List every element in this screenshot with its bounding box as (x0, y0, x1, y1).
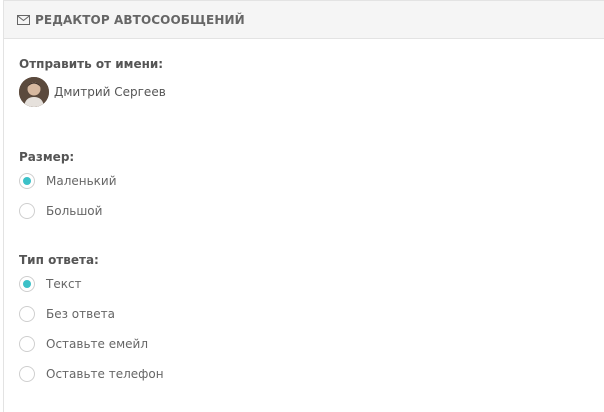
radio-selected-dot (23, 177, 31, 185)
radio-label: Оставьте емейл (46, 337, 149, 351)
radio-reply-email[interactable]: Оставьте емейл (19, 336, 148, 352)
radio-label: Оставьте телефон (46, 367, 164, 381)
radio-button[interactable] (19, 276, 35, 292)
radio-button[interactable] (19, 336, 35, 352)
radio-reply-text[interactable]: Текст (19, 276, 82, 292)
radio-label: Текст (46, 277, 82, 291)
radio-size-large[interactable]: Большой (19, 203, 102, 219)
sender-label: Отправить от имени: (19, 57, 164, 71)
autoreply-editor-panel: РЕДАКТОР АВТОСООБЩЕНИЙ Отправить от имен… (3, 0, 604, 412)
radio-button[interactable] (19, 306, 35, 322)
radio-button[interactable] (19, 203, 35, 219)
radio-label: Без ответа (46, 307, 115, 321)
panel-title: РЕДАКТОР АВТОСООБЩЕНИЙ (35, 12, 245, 27)
envelope-icon (17, 14, 30, 25)
sender-name: Дмитрий Сергеев (54, 85, 166, 99)
radio-button[interactable] (19, 173, 35, 189)
avatar (19, 77, 49, 107)
radio-reply-none[interactable]: Без ответа (19, 306, 115, 322)
reply-type-label: Тип ответа: (19, 253, 99, 267)
panel-header: РЕДАКТОР АВТОСООБЩЕНИЙ (4, 1, 604, 39)
radio-button[interactable] (19, 366, 35, 382)
sender-selector[interactable]: Дмитрий Сергеев (19, 77, 166, 107)
radio-size-small[interactable]: Маленький (19, 173, 117, 189)
size-label: Размер: (19, 150, 75, 164)
radio-label: Большой (46, 204, 103, 218)
radio-selected-dot (23, 280, 31, 288)
radio-label: Маленький (46, 174, 117, 188)
radio-reply-phone[interactable]: Оставьте телефон (19, 366, 164, 382)
